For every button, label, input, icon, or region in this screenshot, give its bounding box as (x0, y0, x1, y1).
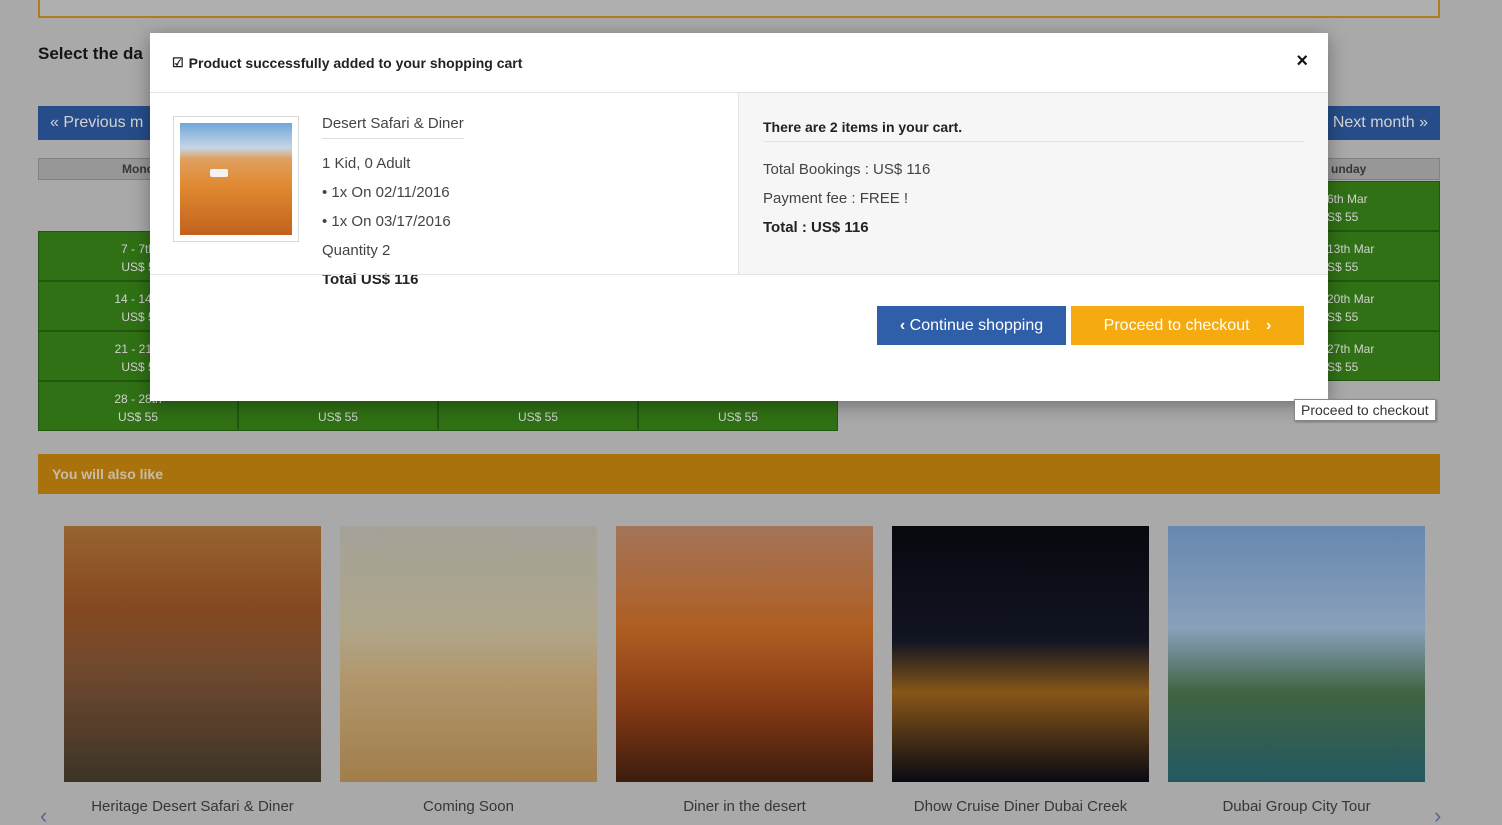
product-name: Desert Safari & Diner (322, 115, 464, 139)
guest-count: 1 Kid, 0 Adult (322, 155, 411, 172)
quantity: Quantity 2 (322, 242, 391, 259)
cart-summary: There are 2 items in your cart. Total Bo… (739, 93, 1328, 274)
product-summary: Desert Safari & Diner 1 Kid, 0 Adult • 1… (150, 93, 739, 288)
total-bookings: Total Bookings : US$ 116 (763, 161, 931, 178)
product-thumbnail (173, 116, 299, 242)
cart-modal: ☑ Product successfully added to your sho… (150, 33, 1328, 401)
modal-body: Desert Safari & Diner 1 Kid, 0 Adult • 1… (150, 93, 1328, 288)
checkbox-check-icon: ☑ (172, 54, 184, 70)
modal-title: Product successfully added to your shopp… (188, 54, 523, 71)
continue-shopping-button[interactable]: ‹ Continue shopping (877, 306, 1066, 345)
checkout-tooltip: Proceed to checkout (1294, 399, 1436, 421)
modal-header: ☑ Product successfully added to your sho… (150, 33, 1328, 93)
booking-date: • 1x On 02/11/2016 (322, 184, 450, 201)
checkout-label: Proceed to checkout (1103, 317, 1250, 334)
booking-date: • 1x On 03/17/2016 (322, 213, 451, 230)
continue-shopping-label: Continue shopping (909, 317, 1044, 334)
chevron-left-icon: ‹ (899, 317, 906, 334)
cart-lines: Total Bookings : US$ 116 Payment fee : F… (763, 155, 930, 242)
payment-fee: Payment fee : FREE ! (763, 190, 909, 207)
cart-total: Total : US$ 116 (763, 219, 869, 236)
chevron-right-icon: › (1266, 317, 1272, 334)
proceed-to-checkout-button[interactable]: Proceed to checkout › (1071, 306, 1304, 345)
close-icon[interactable]: × (1296, 50, 1308, 73)
product-details: Desert Safari & Diner 1 Kid, 0 Adult • 1… (322, 115, 464, 294)
cart-title: There are 2 items in your cart. (763, 119, 1304, 142)
